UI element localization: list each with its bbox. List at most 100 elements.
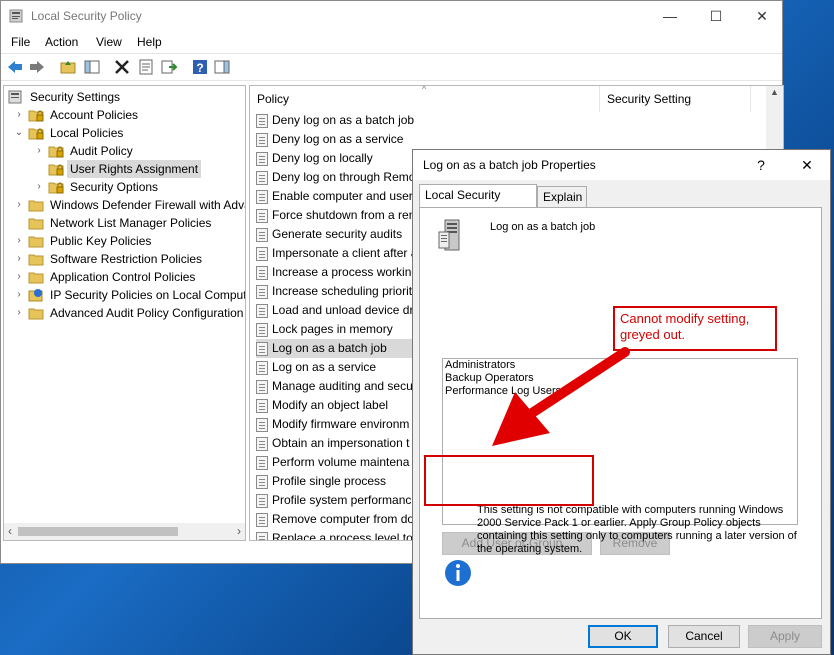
expand-chevron-icon[interactable]: › — [34, 142, 44, 160]
tree-item-label: Account Policies — [50, 108, 139, 122]
policy-row[interactable]: Deny log on as a service — [256, 130, 403, 149]
policy-row[interactable]: Impersonate a client after a — [256, 244, 417, 263]
policy-row[interactable]: Enable computer and user — [256, 187, 413, 206]
close-window-button[interactable]: ✕ — [739, 1, 785, 31]
policy-row[interactable]: Profile system performanc — [256, 491, 411, 510]
expand-chevron-icon[interactable]: › — [14, 232, 24, 250]
collapse-chevron-icon[interactable]: ⌄ — [14, 124, 24, 142]
folder-lock-icon — [48, 146, 64, 158]
tab-explain[interactable]: Explain — [537, 186, 587, 207]
tree-item[interactable]: › Software Restriction Policies — [4, 250, 245, 268]
maximize-button[interactable]: ☐ — [693, 1, 739, 31]
column-header-security-setting[interactable]: Security Setting — [607, 86, 747, 112]
properties-icon[interactable] — [137, 58, 155, 76]
tree-item[interactable]: › Audit Policy — [4, 142, 245, 160]
menu-file[interactable]: File — [11, 35, 30, 49]
tree-horizontal-scrollbar[interactable]: ‹ › — [4, 523, 245, 540]
folder-lock-icon — [48, 164, 64, 176]
tree-item[interactable]: › Application Control Policies — [4, 268, 245, 286]
policy-icon — [256, 398, 268, 413]
delete-icon[interactable] — [113, 58, 131, 76]
policy-name: Deny log on through Remo — [272, 170, 416, 184]
up-folder-icon[interactable] — [59, 58, 77, 76]
policy-row[interactable]: Remove computer from do — [256, 510, 414, 529]
dialog-close-button[interactable]: ✕ — [785, 150, 829, 180]
tree-item[interactable]: › Advanced Audit Policy Configuration — [4, 304, 245, 322]
menu-help[interactable]: Help — [137, 35, 162, 49]
expand-chevron-icon[interactable]: › — [14, 250, 24, 268]
policy-name: Deny log on as a batch job — [272, 113, 415, 127]
policy-row[interactable]: Deny log on locally — [256, 149, 373, 168]
policy-icon — [256, 303, 268, 318]
dialog-title: Log on as a batch job Properties — [423, 158, 596, 172]
policy-row[interactable]: Profile single process — [256, 472, 386, 491]
server-policy-icon — [438, 219, 460, 251]
policy-icon — [256, 341, 268, 356]
tree-item[interactable]: › Account Policies — [4, 106, 245, 124]
tree-item[interactable]: User Rights Assignment — [4, 160, 245, 178]
tree-item[interactable]: › IP Security Policies on Local Compute — [4, 286, 245, 304]
policy-row[interactable]: Obtain an impersonation t — [256, 434, 409, 453]
policy-row[interactable]: Lock pages in memory — [256, 320, 393, 339]
policy-row[interactable]: Manage auditing and secu — [256, 377, 413, 396]
export-list-icon[interactable] — [160, 58, 178, 76]
policy-row[interactable]: Replace a process level tok — [256, 529, 419, 540]
policy-row[interactable]: Increase scheduling priority — [256, 282, 418, 301]
tree-item[interactable]: › Security Options — [4, 178, 245, 196]
annotation-arrow — [492, 347, 630, 446]
tree-item[interactable]: ⌄ Local Policies — [4, 124, 245, 142]
policy-row[interactable]: Load and unload device dr — [256, 301, 413, 320]
expand-chevron-icon[interactable]: › — [14, 268, 24, 286]
column-divider — [599, 86, 600, 112]
tree-scroll-thumb[interactable] — [18, 527, 178, 536]
policy-row[interactable]: Generate security audits — [256, 225, 402, 244]
policy-row[interactable]: Perform volume maintena — [256, 453, 409, 472]
scroll-right-arrow-icon[interactable]: › — [237, 524, 241, 538]
expand-chevron-icon[interactable]: › — [14, 196, 24, 214]
tree-item[interactable]: › Windows Defender Firewall with Adva — [4, 196, 245, 214]
security-settings-icon — [8, 90, 22, 104]
scroll-up-arrow-icon[interactable]: ▲ — [770, 87, 779, 97]
svg-text:?: ? — [196, 61, 203, 75]
dialog-help-button[interactable]: ? — [743, 150, 779, 180]
policy-row[interactable]: Deny log on through Remo — [256, 168, 415, 187]
folder-icon — [28, 254, 44, 266]
show-hide-tree-icon[interactable] — [83, 58, 101, 76]
cancel-button[interactable]: Cancel — [668, 625, 740, 648]
tree-item[interactable]: Security Settings — [4, 88, 245, 106]
menu-bar: File Action View Help — [1, 31, 782, 53]
help-icon[interactable]: ? — [191, 58, 209, 76]
menu-view[interactable]: View — [96, 35, 122, 49]
expand-chevron-icon[interactable]: › — [14, 286, 24, 304]
tree-item[interactable]: Network List Manager Policies — [4, 214, 245, 232]
policy-row[interactable]: Log on as a service — [256, 358, 376, 377]
show-action-pane-icon[interactable] — [213, 58, 231, 76]
tree-item-label: Security Options — [70, 180, 159, 194]
policy-icon — [256, 474, 268, 489]
tree-item[interactable]: › Public Key Policies — [4, 232, 245, 250]
policy-row[interactable]: Force shutdown from a ren — [256, 206, 415, 225]
folder-icon — [28, 272, 44, 284]
forward-arrow-icon[interactable] — [28, 58, 46, 76]
tree-item-label: Software Restriction Policies — [50, 252, 203, 266]
scroll-left-arrow-icon[interactable]: ‹ — [8, 524, 12, 538]
expand-chevron-icon[interactable]: › — [14, 304, 24, 322]
minimize-button[interactable]: — — [647, 1, 693, 31]
apply-button[interactable]: Apply — [748, 625, 822, 648]
menu-action[interactable]: Action — [45, 35, 78, 49]
expand-chevron-icon[interactable]: › — [34, 178, 44, 196]
back-arrow-icon[interactable] — [6, 58, 24, 76]
policy-icon — [256, 360, 268, 375]
policy-row[interactable]: Deny log on as a batch job — [256, 111, 414, 130]
ok-button[interactable]: OK — [588, 625, 658, 648]
policy-row[interactable]: Modify firmware environm — [256, 415, 409, 434]
policy-icon — [256, 493, 268, 508]
policy-name: Impersonate a client after a — [272, 246, 418, 260]
expand-chevron-icon[interactable]: › — [14, 106, 24, 124]
tab-local-security-setting[interactable]: Local Security Setting — [419, 184, 537, 223]
policy-row[interactable]: Increase a process working — [256, 263, 418, 282]
column-header-policy[interactable]: Policy — [257, 86, 597, 112]
ip-security-icon — [28, 289, 43, 302]
policy-row[interactable]: Modify an object label — [256, 396, 388, 415]
policy-icon — [256, 512, 268, 527]
